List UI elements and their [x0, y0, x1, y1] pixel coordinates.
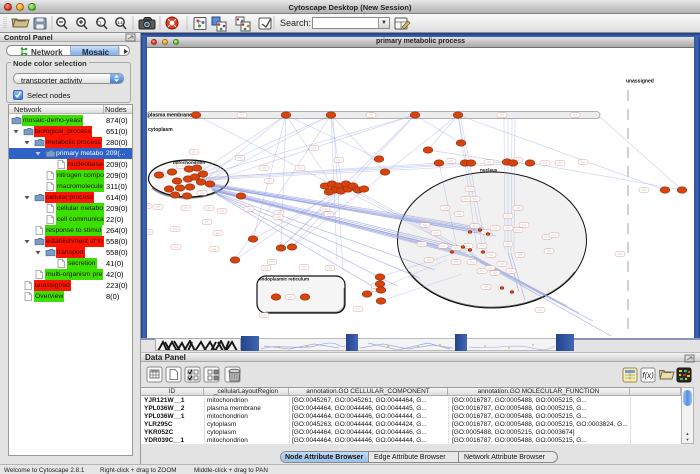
svg-text:nucleus: nucleus: [480, 168, 498, 173]
svg-text:1:1: 1:1: [117, 20, 124, 25]
svg-text:unassigned: unassigned: [626, 79, 654, 85]
svg-text:endoplasmic reticulum: endoplasmic reticulum: [259, 277, 309, 282]
svg-text:plasma membrane: plasma membrane: [148, 113, 192, 119]
svg-text:cytoplasm: cytoplasm: [148, 127, 173, 133]
svg-text:f(x): f(x): [642, 371, 654, 380]
svg-text:▢: ▢: [97, 21, 102, 26]
